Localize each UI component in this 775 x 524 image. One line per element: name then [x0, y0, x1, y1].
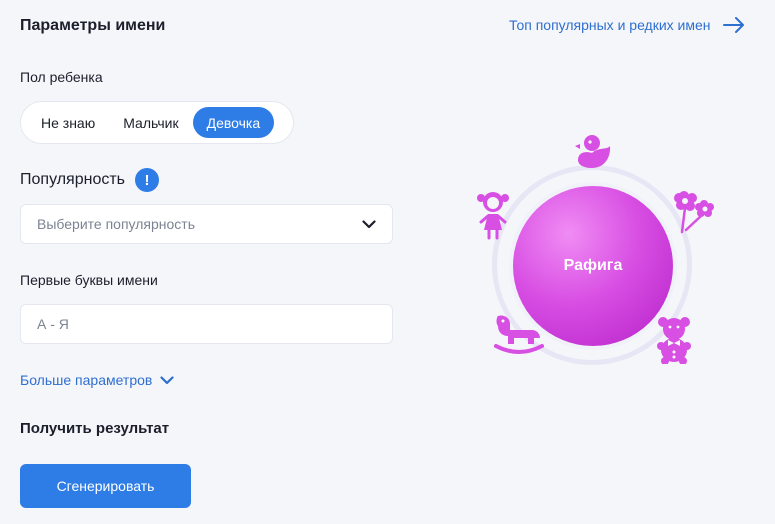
more-params-toggle[interactable]: Больше параметров	[20, 372, 174, 388]
gender-option-unknown[interactable]: Не знаю	[27, 107, 109, 138]
girl-icon	[477, 192, 509, 240]
first-letters-field	[20, 304, 393, 344]
arrow-right-icon	[722, 17, 744, 33]
gender-option-boy[interactable]: Мальчик	[109, 107, 192, 138]
flowers-icon	[674, 191, 714, 234]
popularity-select[interactable]: Выберите популярность	[20, 204, 393, 244]
teddy-bear-icon	[657, 317, 691, 364]
duck-icon	[575, 135, 611, 168]
rocking-horse-icon	[494, 315, 544, 354]
gender-toggle: Не знаю Мальчик Девочка	[20, 101, 294, 144]
result-name: Рафига	[563, 257, 623, 274]
chevron-down-icon	[362, 219, 376, 228]
chevron-down-icon	[160, 375, 174, 384]
generate-button[interactable]: Сгенерировать	[20, 464, 191, 508]
info-icon[interactable]: !	[135, 168, 160, 192]
name-generator-page: Параметры имени Топ популярных и редких …	[0, 0, 775, 524]
popularity-label-row: Популярность !	[20, 168, 160, 192]
top-names-link-label: Топ популярных и редких имен	[509, 17, 711, 33]
first-letters-input[interactable]	[37, 316, 376, 332]
popularity-label: Популярность	[20, 171, 126, 188]
page-title: Параметры имени	[20, 17, 166, 34]
result-title: Получить результат	[20, 420, 170, 437]
top-names-link[interactable]: Топ популярных и редких имен	[509, 17, 745, 33]
more-params-label: Больше параметров	[20, 372, 153, 388]
first-letters-label: Первые буквы имени	[20, 272, 158, 288]
gender-label: Пол ребенка	[20, 69, 103, 85]
gender-option-girl[interactable]: Девочка	[192, 107, 275, 138]
popularity-select-value: Выберите популярность	[37, 216, 195, 232]
result-visualization: Рафига	[470, 120, 730, 380]
